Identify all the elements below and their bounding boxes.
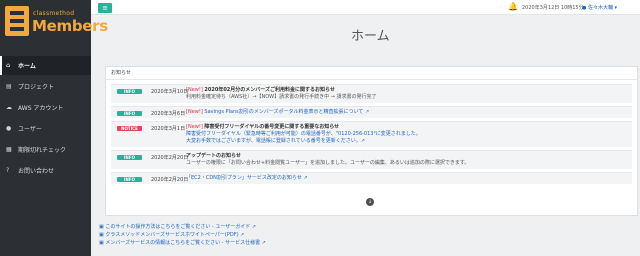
user-guide-link[interactable]: ▣ このサイトの操作方法はこちらをご覧ください - ユーザーガイド ↗ [99, 223, 266, 231]
list-item[interactable]: INFO 2020年2月20日 アップデートのお知らせ ユーザーの権限に「お問い… [111, 150, 632, 169]
current-datetime: 2020年3月12日 10時15分 [522, 5, 584, 11]
bell-icon[interactable]: 🔔 [508, 2, 518, 11]
whitepaper-link[interactable]: ▣ クラスメソッドメンバーズサービスホワイトペーパー(PDF) ↗ [99, 231, 266, 239]
new-label: [New!] [186, 109, 203, 115]
notice-detail: 利用料金確定待ち（AWS社）→【NOW】請求書の発行手続き中 → 請求書の発行完… [186, 94, 377, 100]
footer-links: ▣ このサイトの操作方法はこちらをご覧ください - ユーザーガイド ↗ ▣ クラ… [99, 223, 266, 247]
sidebar-item-aws-accounts[interactable]: ☁ AWS アカウント [0, 98, 91, 117]
info-badge: INFO [117, 111, 142, 116]
notice-date: 2020年2月20日 [151, 177, 189, 183]
sidebar-item-label: お問い合わせ [18, 168, 55, 175]
notice-panel-header: お知らせ [106, 67, 637, 80]
sidebar-item-home[interactable]: ⌂ ホーム [0, 56, 91, 75]
load-more-button[interactable]: ↓ [366, 198, 374, 206]
notice-title: アップデートのお知らせ [186, 153, 241, 159]
notice-text: [New!] 障害受付フリーダイヤルの番号変更に関する重要なお知らせ 障害受付フ… [186, 124, 632, 145]
user-icon: ● [6, 125, 12, 132]
user-menu[interactable]: ● 佐々木大輔 ▾ [582, 4, 617, 11]
notice-link[interactable]: Savings Plans割引のメンバーズポータル料金表示と精査拡張について ↗ [204, 109, 369, 115]
list-item[interactable]: NOTICE 2020年3月1日 [New!] 障害受付フリーダイヤルの番号変更… [111, 121, 632, 147]
link-label: このサイトの操作方法はこちらをご覧ください - ユーザーガイド ↗ [105, 224, 256, 230]
notice-text: アップデートのお知らせ ユーザーの権限に「お問い合わせ+料金閲覧ユーザー」を追加… [186, 153, 632, 167]
sidebar-item-contact[interactable]: ? お問い合わせ [0, 161, 91, 180]
notice-text: [New!] Savings Plans割引のメンバーズポータル料金表示と精査拡… [186, 109, 632, 116]
notice-link[interactable]: 「EC2・CDN割引プラン」サービス改定のお知らせ ↗ [186, 175, 632, 182]
sidebar-item-label: ホーム [18, 63, 36, 70]
logo-small-text: classmethod [33, 10, 75, 17]
list-item[interactable]: INFO 2020年3月6日 [New!] Savings Plans割引のメン… [111, 106, 632, 118]
menu-toggle-button[interactable]: ≡ [98, 3, 112, 13]
sidebar-nav: ⌂ ホーム ▤ プロジェクト ☁ AWS アカウント ● ユーザー ▦ 期限切れ… [0, 56, 91, 180]
notice-date: 2020年3月10日 [151, 89, 189, 95]
new-label: [New!] [186, 87, 203, 93]
notice-detail: ユーザーの権限に「お問い合わせ+料金閲覧ユーザー」を追加しました。ユーザーの編集… [186, 160, 470, 166]
logo[interactable]: classmethod Members [0, 0, 108, 44]
document-icon: ▤ [6, 83, 12, 90]
question-icon: ? [6, 167, 10, 174]
notice-text: [New!] 2020年02月分のメンバーズご利用料金に関するお知らせ 利用料金… [186, 87, 632, 101]
list-item[interactable]: INFO 2020年3月10日 [New!] 2020年02月分のメンバーズご利… [111, 84, 632, 103]
sidebar-item-expiry-check[interactable]: ▦ 期限切れチェック [0, 140, 91, 159]
calendar-icon: ▦ [6, 146, 12, 153]
list-item[interactable]: INFO 2020年2月20日 「EC2・CDN割引プラン」サービス改定のお知ら… [111, 172, 632, 184]
info-badge: INFO [117, 89, 142, 94]
service-spec-link[interactable]: ▣ メンバーズサービスの情報はこちらをご覧ください - サービス仕様書 ↗ [99, 239, 266, 247]
notice-date: 2020年3月1日 [151, 126, 186, 132]
logo-mark-icon [5, 6, 29, 36]
link-label: クラスメソッドメンバーズサービスホワイトペーパー(PDF) ↗ [105, 232, 245, 238]
cloud-icon: ☁ [6, 104, 12, 111]
notice-date: 2020年3月6日 [151, 111, 186, 117]
notice-detail[interactable]: 大変お手数ではございますが、電話帳に登録されている番号を更新ください。↗ [186, 138, 632, 145]
sidebar-item-label: AWS アカウント [18, 105, 64, 112]
notice-panel: お知らせ INFO 2020年3月10日 [New!] 2020年02月分のメン… [105, 66, 638, 216]
home-icon: ⌂ [6, 62, 11, 69]
link-label: メンバーズサービスの情報はこちらをご覧ください - サービス仕様書 ↗ [105, 240, 266, 246]
info-badge: INFO [117, 155, 142, 160]
info-badge: INFO [117, 177, 142, 182]
notice-text: 「EC2・CDN割引プラン」サービス改定のお知らせ ↗ [186, 175, 632, 182]
notice-title: 障害受付フリーダイヤルの番号変更に関する重要なお知らせ [204, 124, 340, 130]
sidebar-item-users[interactable]: ● ユーザー [0, 119, 91, 138]
new-label: [New!] [186, 124, 203, 130]
sidebar-item-label: プロジェクト [18, 84, 55, 91]
sidebar: classmethod Members ⌂ ホーム ▤ プロジェクト ☁ AWS… [0, 0, 108, 256]
sidebar-item-label: 期限切れチェック [18, 147, 67, 154]
notice-date: 2020年2月20日 [151, 155, 189, 161]
notice-list: INFO 2020年3月10日 [New!] 2020年02月分のメンバーズご利… [106, 80, 637, 184]
page-title: ホーム [351, 29, 390, 44]
sidebar-item-label: ユーザー [18, 126, 42, 133]
notice-title: 2020年02月分のメンバーズご利用料金に関するお知らせ [204, 87, 335, 93]
logo-big-text: Members [32, 17, 108, 35]
notice-detail[interactable]: 障害受付フリーダイヤル（緊急時等ご利用が可能）の電話番号が、"0120-256-… [186, 131, 632, 138]
sidebar-item-projects[interactable]: ▤ プロジェクト [0, 77, 91, 96]
top-bar: ≡ 🔔 2020年3月12日 10時15分 ● 佐々木大輔 ▾ [91, 0, 640, 15]
notice-badge: NOTICE [117, 126, 142, 131]
